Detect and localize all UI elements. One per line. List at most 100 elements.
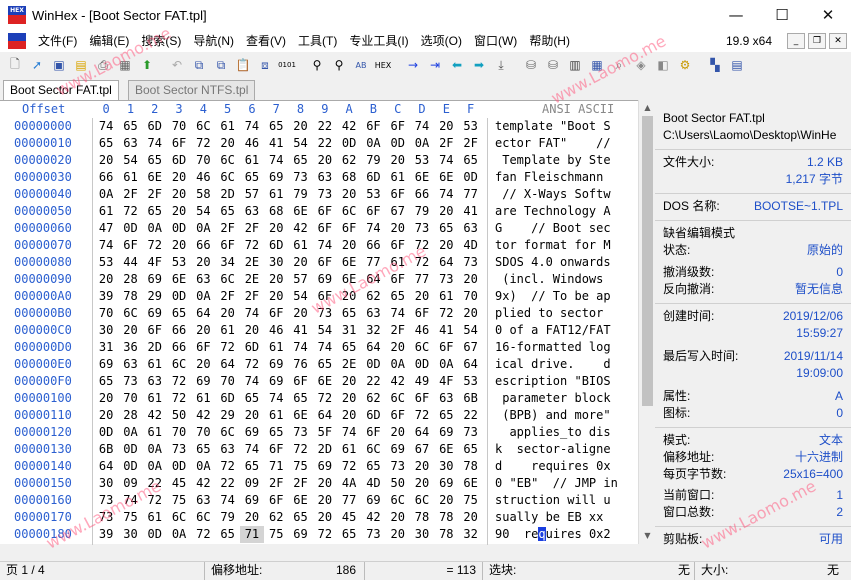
hex-byte[interactable]: 66 — [94, 169, 118, 186]
ascii-row[interactable]: struction will u — [488, 492, 628, 509]
hex-byte[interactable]: 69 — [240, 492, 264, 509]
hex-byte[interactable]: 69 — [313, 271, 337, 288]
scrollbar-thumb[interactable] — [642, 116, 653, 406]
hex-byte[interactable]: 71 — [239, 526, 265, 543]
ascii-row[interactable]: 9x) // To be ap — [488, 288, 628, 305]
hex-byte[interactable]: 65 — [191, 441, 215, 458]
hex-byte[interactable]: 61 — [386, 169, 410, 186]
hex-byte[interactable]: 62 — [337, 152, 361, 169]
hex-byte[interactable]: 6D — [264, 237, 288, 254]
hex-byte[interactable]: 47 — [94, 220, 118, 237]
hex-row[interactable]: 53 44 4F 53 20 34 2E 30 20 6F 6E 77 61 72 64 73 — [94, 254, 483, 271]
hex-byte[interactable]: 6E — [288, 407, 312, 424]
hex-row[interactable]: 0A 2F 2F 20 58 2D 57 61 79 73 20 53 6F 66 74 77 — [94, 186, 483, 203]
hex-byte[interactable]: 6C — [410, 339, 434, 356]
hex-byte[interactable]: 65 — [215, 526, 239, 543]
paste-write-icon[interactable]: ⧈ — [256, 56, 274, 74]
hex-byte[interactable]: 72 — [240, 356, 264, 373]
tab-boot-sector-ntfs[interactable]: Boot Sector NTFS.tpl — [128, 80, 256, 100]
undo-icon[interactable]: ↶ — [168, 56, 186, 74]
hex-byte[interactable]: 46 — [191, 169, 215, 186]
hex-byte[interactable]: 72 — [167, 390, 191, 407]
hex-byte[interactable]: 0D — [118, 220, 142, 237]
hex-byte[interactable]: 4D — [361, 475, 385, 492]
hex-byte[interactable]: 42 — [143, 407, 167, 424]
hex-byte[interactable]: 79 — [361, 152, 385, 169]
hex-byte[interactable]: 6C — [167, 509, 191, 526]
forward-icon[interactable]: ➡ — [470, 56, 488, 74]
hex-row[interactable]: 30 09 22 45 42 22 09 2F 2F 20 4A 4D 50 20 69 6E — [94, 475, 483, 492]
hex-byte[interactable]: 32 — [458, 526, 482, 543]
hex-byte[interactable]: 61 — [264, 339, 288, 356]
hex-byte[interactable]: 65 — [240, 390, 264, 407]
hex-byte[interactable]: 69 — [94, 356, 118, 373]
hex-byte[interactable]: 65 — [167, 305, 191, 322]
hex-byte[interactable]: 20 — [386, 339, 410, 356]
hex-byte[interactable]: 46 — [240, 135, 264, 152]
hex-byte[interactable]: 6C — [337, 203, 361, 220]
hex-byte[interactable]: 6C — [215, 152, 239, 169]
hex-byte[interactable]: 0A — [191, 288, 215, 305]
tile-view-icon[interactable]: ▤ — [728, 56, 746, 74]
hex-row[interactable]: 39 30 0D 0A 72 65 71 75 69 72 65 73 20 30 78 32 — [94, 526, 483, 543]
hex-byte[interactable]: 53 — [361, 186, 385, 203]
hex-byte[interactable]: 6F — [386, 407, 410, 424]
hex-byte[interactable]: 0D — [337, 135, 361, 152]
hex-byte[interactable]: 74 — [434, 186, 458, 203]
print-icon[interactable]: ⎙ — [94, 56, 112, 74]
hex-byte[interactable]: 34 — [215, 254, 239, 271]
analyze-icon[interactable]: ⌕ — [610, 56, 628, 74]
hex-byte[interactable]: 74 — [240, 441, 264, 458]
hex-byte[interactable]: 57 — [288, 271, 312, 288]
menu-window[interactable]: 窗口(W) — [468, 30, 523, 52]
hex-byte[interactable]: 20 — [458, 271, 482, 288]
hex-byte[interactable]: 58 — [191, 186, 215, 203]
hex-byte[interactable]: 6B — [458, 390, 482, 407]
find-hex-icon[interactable]: ⚲ — [330, 56, 348, 74]
hex-byte[interactable]: 67 — [386, 203, 410, 220]
maximize-button[interactable]: ☐ — [759, 0, 805, 30]
hex-byte[interactable]: 20 — [167, 169, 191, 186]
hex-byte[interactable]: 39 — [94, 288, 118, 305]
mdi-minimize-button[interactable]: _ — [787, 33, 805, 49]
hex-byte[interactable]: 2F — [288, 475, 312, 492]
hex-byte[interactable]: 70 — [167, 424, 191, 441]
hex-byte[interactable]: 36 — [118, 339, 142, 356]
hex-byte[interactable]: 78 — [118, 288, 142, 305]
hex-byte[interactable]: 65 — [94, 373, 118, 390]
hex-byte[interactable]: 72 — [313, 526, 337, 543]
hex-byte[interactable]: 30 — [410, 526, 434, 543]
hex-row[interactable]: 30 20 6F 66 20 61 20 46 41 54 31 32 2F 46 41 54 — [94, 322, 483, 339]
hex-byte[interactable]: 0A — [94, 186, 118, 203]
hex-byte[interactable]: 6E — [337, 254, 361, 271]
hex-byte[interactable]: 74 — [118, 492, 142, 509]
hex-byte[interactable]: 20 — [288, 118, 312, 135]
hex-byte[interactable]: 6C — [215, 271, 239, 288]
hex-byte[interactable]: 2F — [434, 135, 458, 152]
back-icon[interactable]: ⬅ — [448, 56, 466, 74]
hex-byte[interactable]: 20 — [215, 135, 239, 152]
hex-byte[interactable]: 2E — [240, 271, 264, 288]
hex-byte[interactable]: 72 — [167, 373, 191, 390]
hex-row[interactable]: 20 28 42 50 42 29 20 61 6E 64 20 6D 6F 72 65 22 — [94, 407, 483, 424]
hex-byte[interactable]: 61 — [264, 407, 288, 424]
hex-byte[interactable]: 20 — [94, 390, 118, 407]
ascii-column[interactable]: template "Boot Sector FAT" // Template b… — [488, 118, 628, 543]
hex-byte[interactable]: 0D — [118, 458, 142, 475]
hex-byte[interactable]: 71 — [264, 458, 288, 475]
hex-byte[interactable]: 20 — [386, 509, 410, 526]
hex-row[interactable]: 31 36 2D 66 6F 72 6D 61 74 74 65 64 20 6C 6F 67 — [94, 339, 483, 356]
hex-byte[interactable]: 22 — [143, 475, 167, 492]
hex-byte[interactable]: 2D — [215, 186, 239, 203]
hex-byte[interactable]: 2F — [215, 220, 239, 237]
hex-byte[interactable]: 66 — [167, 322, 191, 339]
hex-byte[interactable]: 63 — [191, 271, 215, 288]
hex-byte[interactable]: 73 — [410, 220, 434, 237]
hex-byte[interactable]: 6E — [458, 475, 482, 492]
grid-view-icon[interactable]: ▚ — [706, 56, 724, 74]
hex-byte[interactable]: 09 — [240, 475, 264, 492]
hex-byte[interactable]: 22 — [361, 373, 385, 390]
hex-row[interactable]: 74 65 6D 70 6C 61 74 65 20 22 42 6F 6F 74 20 53 — [94, 118, 483, 135]
hex-byte[interactable]: 6D — [240, 339, 264, 356]
hex-byte[interactable]: 6F — [313, 203, 337, 220]
